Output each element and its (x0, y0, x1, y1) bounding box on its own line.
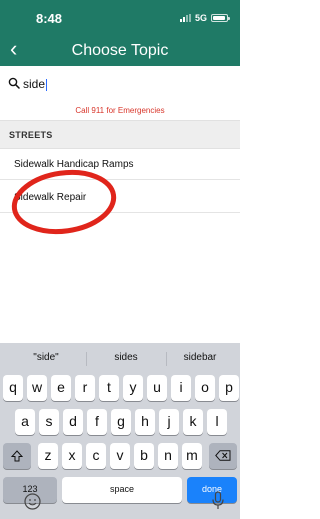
signal-icon (179, 14, 191, 22)
suggestion-2[interactable]: sides (86, 352, 166, 363)
key[interactable]: x (62, 443, 82, 469)
suggestion-3[interactable]: sidebar (160, 352, 240, 363)
list-item[interactable]: Sidewalk Repair (0, 180, 240, 213)
section-header: STREETS (0, 120, 240, 149)
key[interactable]: v (110, 443, 130, 469)
app-header: 8:48 5G ‹ Choose Topic (0, 0, 240, 66)
key[interactable]: l (207, 409, 227, 435)
keyboard: "side" sides sidebar q w e r t y u i o p… (0, 343, 240, 519)
page-title: Choose Topic (71, 42, 169, 59)
shift-icon (10, 450, 24, 462)
suggestion-bar: "side" sides sidebar (0, 343, 240, 375)
key[interactable]: n (158, 443, 178, 469)
key[interactable]: r (75, 375, 95, 401)
key[interactable]: i (171, 375, 191, 401)
key[interactable]: h (135, 409, 155, 435)
key[interactable]: z (38, 443, 58, 469)
key[interactable]: f (87, 409, 107, 435)
key[interactable]: t (99, 375, 119, 401)
key[interactable]: e (51, 375, 71, 401)
key[interactable]: d (63, 409, 83, 435)
network-label: 5G (194, 13, 207, 23)
key[interactable]: y (123, 375, 143, 401)
key[interactable]: u (147, 375, 167, 401)
emoji-icon[interactable] (24, 493, 41, 510)
battery-icon (211, 14, 230, 22)
list-item-label: Sidewalk Handicap Ramps (14, 159, 134, 170)
search-input[interactable]: side (23, 77, 48, 91)
search-icon (8, 77, 20, 89)
list-item[interactable]: Sidewalk Handicap Ramps (0, 149, 240, 180)
status-time: 8:48 (36, 11, 63, 26)
search-input-value: side (23, 77, 46, 91)
text-cursor (46, 78, 48, 91)
list-item-label: Sidewalk Repair (14, 192, 87, 203)
section-title: STREETS (9, 130, 53, 140)
key[interactable]: s (39, 409, 59, 435)
space-key[interactable]: space (62, 477, 182, 503)
backspace-key[interactable] (209, 443, 237, 469)
key[interactable]: o (195, 375, 215, 401)
emergency-notice: Call 911 for Emergencies (0, 102, 240, 120)
key[interactable]: w (27, 375, 47, 401)
key[interactable]: k (183, 409, 203, 435)
shift-key[interactable] (3, 443, 31, 469)
key[interactable]: a (15, 409, 35, 435)
microphone-icon[interactable] (212, 491, 224, 510)
search-bar[interactable]: side (0, 66, 240, 103)
key[interactable]: g (111, 409, 131, 435)
key[interactable]: p (219, 375, 239, 401)
suggestion-1[interactable]: "side" (6, 352, 86, 363)
status-indicators: 5G (179, 13, 230, 23)
key[interactable]: q (3, 375, 23, 401)
backspace-icon (215, 450, 231, 461)
key[interactable]: m (182, 443, 202, 469)
key[interactable]: b (134, 443, 154, 469)
key[interactable]: c (86, 443, 106, 469)
key[interactable]: j (159, 409, 179, 435)
